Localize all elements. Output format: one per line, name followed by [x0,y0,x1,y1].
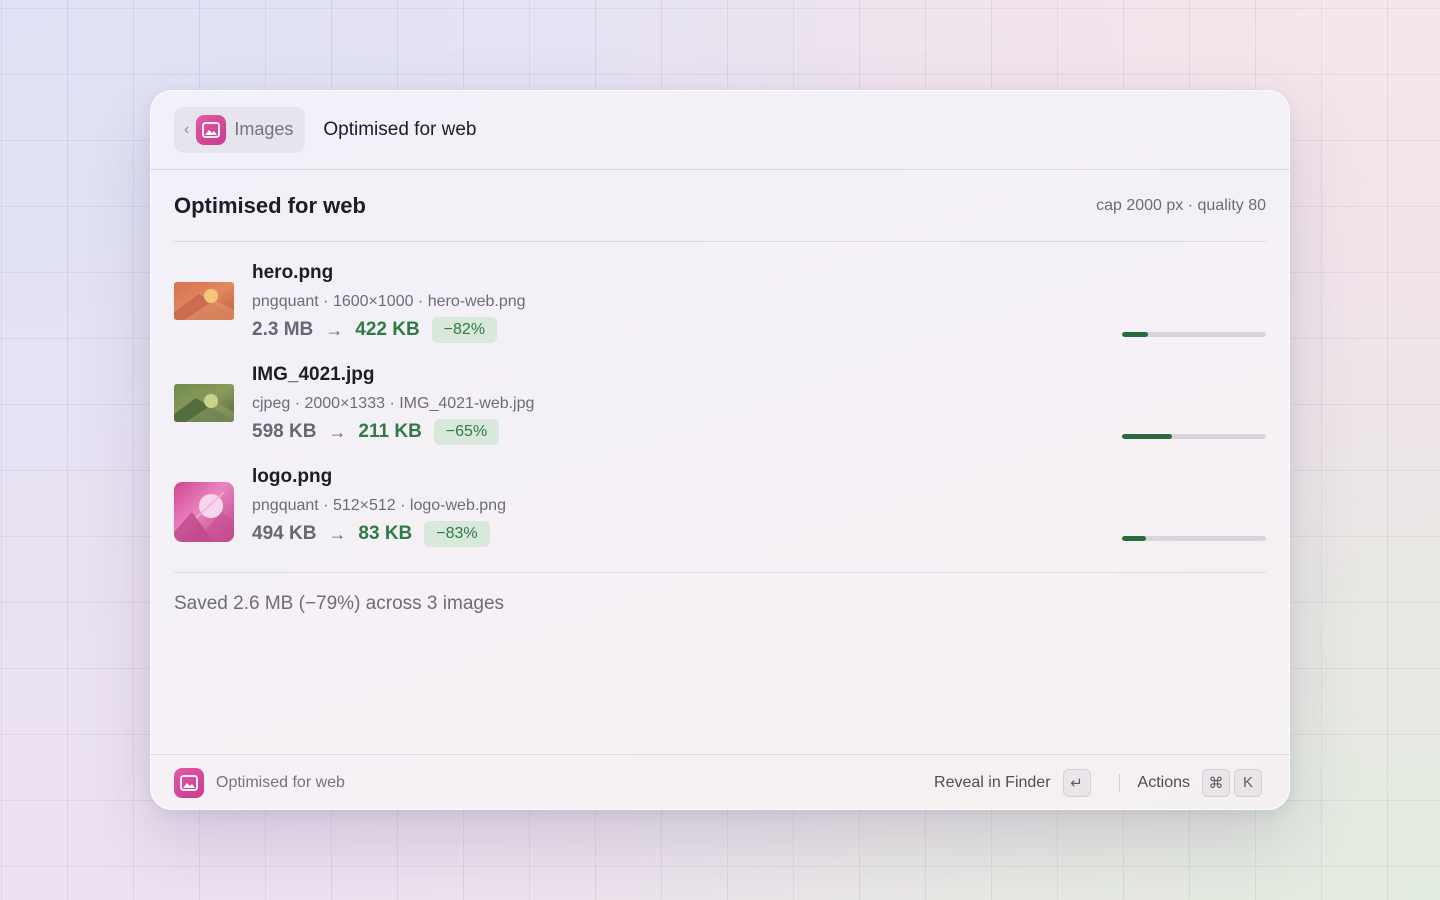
savings-summary: Saved 2.6 MB (−79%) across 3 images [174,593,505,614]
divider [174,572,1266,573]
footer-actions: Reveal in Finder ↵ Actions ⌘ K [934,768,1262,797]
progress-fill [1122,536,1147,541]
thumbnail-logo [174,482,234,542]
arrow-right-icon: → [328,523,347,544]
original-size: 598 KB [252,421,317,442]
file-details: pngquant · 1600×1000 · hero-web.png [252,293,526,310]
reveal-in-finder-button[interactable]: Reveal in Finder [934,774,1051,792]
original-size: 494 KB [252,523,317,544]
list-item[interactable]: IMG_4021.jpg cjpeg · 2000×1333 · IMG_402… [174,362,1266,464]
file-details: cjpeg · 2000×1333 · IMG_4021-web.jpg [252,395,535,412]
progress-bar [1122,332,1266,337]
return-key-icon: ↵ [1062,768,1091,797]
optimised-size: 422 KB [355,319,420,340]
footer-bar: Optimised for web Reveal in Finder ↵ Act… [150,754,1290,810]
section-header: Optimised for web cap 2000 px · quality … [174,170,1266,242]
original-size: 2.3 MB [252,319,314,340]
progress-bar [1122,536,1266,541]
image-icon [174,767,204,798]
list-item[interactable]: logo.png pngquant · 512×512 · logo-web.p… [174,464,1266,566]
size-comparison: 598 KB → 211 KB −65% [252,419,500,445]
progress-fill [1122,434,1173,439]
page-title: Optimised for web [323,118,477,140]
image-icon [196,114,227,145]
size-comparison: 2.3 MB → 422 KB −82% [252,317,498,343]
file-details: pngquant · 512×512 · logo-web.png [252,497,506,514]
list-item[interactable]: hero.png pngquant · 1600×1000 · hero-web… [174,260,1266,362]
progress-bar [1122,434,1266,439]
file-name: hero.png [252,262,334,283]
actions-button[interactable]: Actions [1138,774,1190,792]
arrow-right-icon: → [328,421,347,442]
back-button[interactable]: ‹ Images [174,106,306,153]
arrow-right-icon: → [325,319,344,340]
file-name: logo.png [252,466,333,487]
top-bar: ‹ Images Optimised for web [150,90,1290,170]
k-key: K [1234,768,1262,797]
settings-summary: cap 2000 px · quality 80 [1096,196,1266,214]
reduction-badge: −65% [433,419,500,445]
file-name: IMG_4021.jpg [252,364,375,385]
chevron-left-icon: ‹ [184,120,190,138]
optimised-size: 83 KB [358,523,413,544]
thumbnail-hero [174,282,234,320]
optimised-size: 211 KB [358,421,422,442]
progress-fill [1122,332,1148,337]
divider [1118,773,1120,792]
app-window: ‹ Images Optimised for web Optimised for… [150,90,1290,810]
back-label: Images [234,119,294,139]
reduction-badge: −83% [424,521,490,547]
reduction-badge: −82% [431,317,498,343]
size-comparison: 494 KB → 83 KB −83% [252,521,490,547]
main-content: Optimised for web cap 2000 px · quality … [174,170,1266,615]
command-key-icon: ⌘ [1202,768,1230,797]
footer-title: Optimised for web [216,773,345,791]
thumbnail-img-4021 [174,384,234,422]
section-title: Optimised for web [174,192,366,218]
